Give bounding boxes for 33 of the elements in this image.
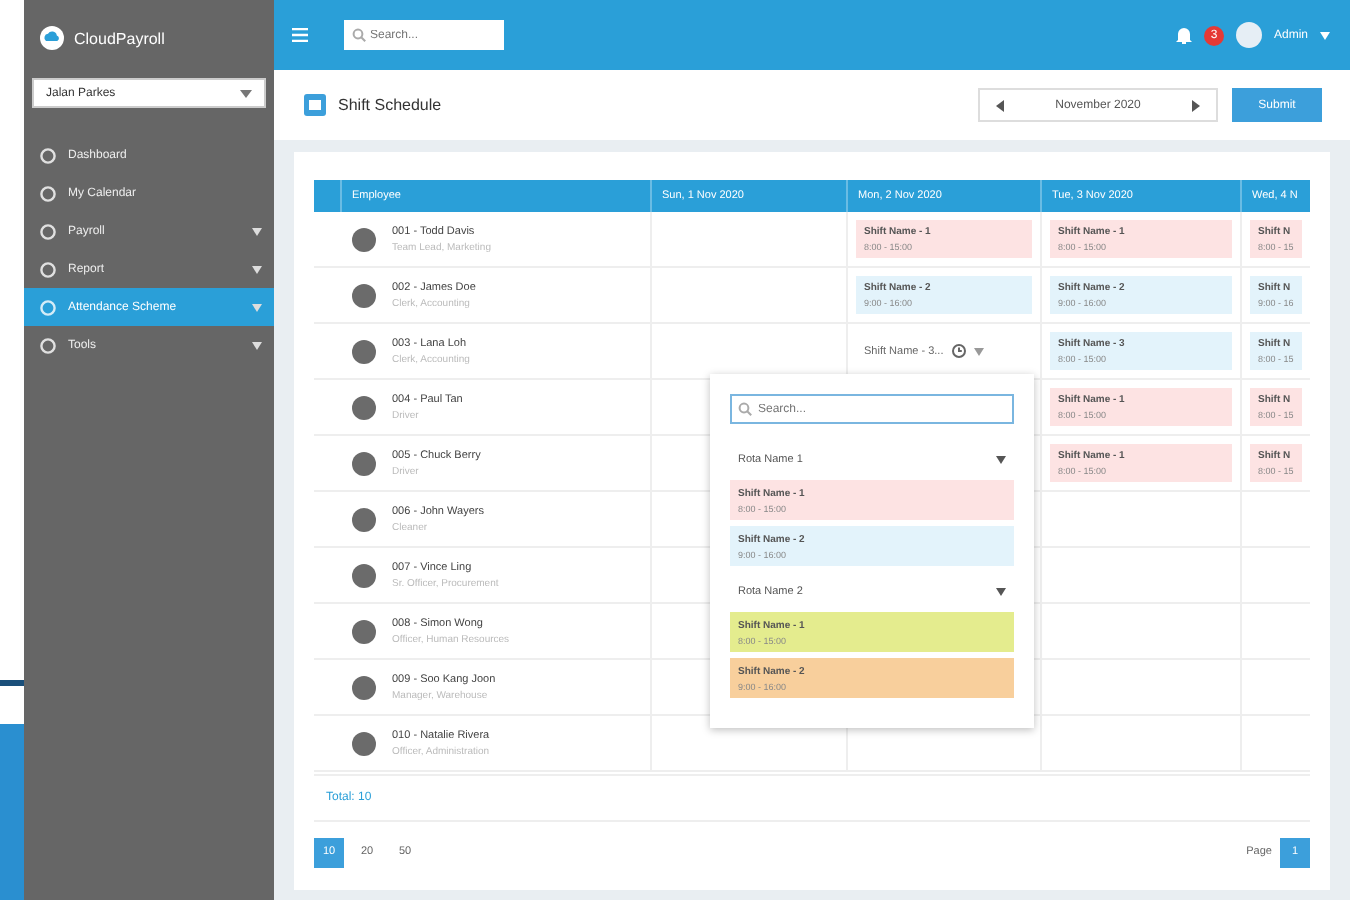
search-icon <box>738 402 752 416</box>
circle-icon <box>40 261 56 277</box>
caret-icon <box>996 588 1006 596</box>
app-logo-text: CloudPayroll <box>74 29 165 47</box>
avatar-circle <box>352 507 376 531</box>
avatar-circle <box>352 395 376 419</box>
calendar-icon <box>304 94 326 116</box>
caret-icon <box>240 89 252 97</box>
avatar-circle <box>352 283 376 307</box>
page-title: Shift Schedule <box>338 96 442 114</box>
circle-icon <box>40 223 56 239</box>
circle-icon <box>40 147 56 163</box>
user-avatar[interactable] <box>1235 22 1262 48</box>
avatar-circle <box>352 451 376 475</box>
cloud-logo-icon <box>40 26 64 50</box>
previous-icon[interactable] <box>996 99 1004 111</box>
menu-icon[interactable] <box>292 28 308 42</box>
next-icon[interactable] <box>1191 99 1200 111</box>
search-icon <box>352 28 366 42</box>
caret-icon <box>1320 31 1330 39</box>
bell-icon[interactable] <box>1175 26 1192 44</box>
avatar-circle <box>352 227 376 251</box>
caret-icon <box>996 456 1006 464</box>
clock-icon <box>951 344 966 358</box>
circle-icon <box>40 337 56 353</box>
circle-icon <box>40 185 56 201</box>
avatar-circle <box>352 731 376 755</box>
caret-icon <box>973 347 984 355</box>
avatar-circle <box>352 563 376 587</box>
avatar-circle <box>352 619 376 643</box>
avatar-circle <box>352 339 376 363</box>
circle-icon <box>40 299 56 315</box>
avatar-circle <box>352 675 376 699</box>
